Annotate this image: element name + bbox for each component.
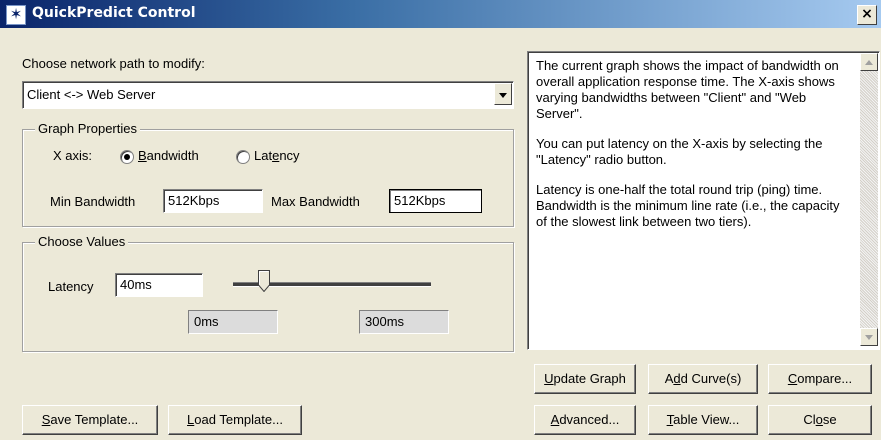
choose-values-group: Choose Values — [22, 234, 514, 352]
latency-radio[interactable] — [236, 150, 250, 164]
min-bandwidth-label: Min Bandwidth — [50, 194, 136, 209]
close-button[interactable]: Close — [768, 405, 872, 435]
quickpredict-window: ✶ QuickPredict Control × Choose network … — [0, 0, 881, 440]
slider-min-value: 0ms — [188, 310, 278, 334]
network-path-value: Client <-> Web Server — [27, 87, 156, 102]
latency-slider-thumb[interactable] — [257, 270, 270, 292]
table-view-button[interactable]: Table View... — [648, 405, 758, 435]
help-paragraph-2: You can put latency on the X-axis by sel… — [536, 136, 823, 167]
choose-values-title: Choose Values — [35, 234, 129, 249]
network-path-combo[interactable]: Client <-> Web Server — [22, 81, 514, 109]
save-template-button[interactable]: Save Template... — [22, 405, 158, 435]
bandwidth-radio[interactable] — [120, 150, 134, 164]
latency-radio-label[interactable]: Latency — [254, 148, 300, 163]
min-bandwidth-input[interactable]: 512Kbps — [163, 189, 263, 213]
help-scrollbar[interactable] — [860, 53, 878, 346]
window-title: QuickPredict Control — [32, 5, 196, 21]
scroll-up-arrow-icon[interactable] — [860, 53, 878, 71]
graph-properties-title: Graph Properties — [35, 121, 140, 136]
app-star-icon: ✶ — [6, 5, 26, 25]
help-text: The current graph shows the impact of ba… — [536, 58, 848, 244]
advanced-button[interactable]: Advanced... — [534, 405, 636, 435]
update-graph-button[interactable]: Update Graph — [534, 364, 636, 394]
help-paragraph-3: Latency is one-half the total round trip… — [536, 182, 840, 229]
latency-input[interactable]: 40ms — [115, 273, 203, 297]
slider-max-value: 300ms — [359, 310, 449, 334]
scroll-down-arrow-icon[interactable] — [860, 328, 878, 346]
bandwidth-radio-label[interactable]: Bandwidth — [138, 148, 199, 163]
max-bandwidth-label: Max Bandwidth — [271, 194, 360, 209]
help-text-pane[interactable]: The current graph shows the impact of ba… — [527, 51, 880, 350]
add-curves-button[interactable]: Add Curve(s) — [648, 364, 758, 394]
compare-button[interactable]: Compare... — [768, 364, 872, 394]
title-bar[interactable]: ✶ QuickPredict Control × — [0, 0, 881, 28]
close-window-button[interactable]: × — [857, 5, 877, 25]
help-paragraph-1: The current graph shows the impact of ba… — [536, 58, 839, 121]
max-bandwidth-input[interactable]: 512Kbps — [389, 189, 482, 213]
x-axis-label: X axis: — [53, 148, 93, 163]
chevron-down-icon[interactable] — [494, 83, 512, 105]
load-template-button[interactable]: Load Template... — [168, 405, 302, 435]
path-label: Choose network path to modify: — [22, 56, 205, 71]
latency-label: Latency — [48, 279, 94, 294]
